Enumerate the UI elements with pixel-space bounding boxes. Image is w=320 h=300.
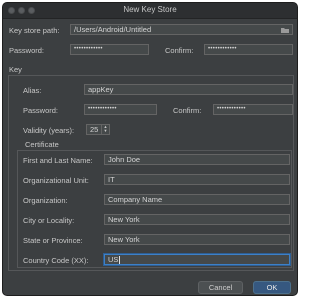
cancel-button[interactable]: Cancel (198, 281, 243, 294)
cert-label-city: City or Locality: (23, 216, 75, 225)
key-section-label: Key (9, 65, 22, 74)
key-store-path-field[interactable]: /Users/Android/Untitled (70, 24, 293, 35)
text-caret (119, 256, 121, 264)
validity-field[interactable]: 25 (86, 124, 102, 135)
cert-label-state: State or Province: (23, 236, 83, 245)
keystore-confirm-label: Confirm: (165, 46, 194, 55)
keystore-confirm-field[interactable]: •••••••••••• (204, 44, 293, 55)
key-confirm-label: Confirm: (173, 106, 202, 115)
key-password-label: Password: (23, 106, 59, 115)
cert-label-country: Country Code (XX): (23, 256, 89, 265)
certificate-group (17, 150, 292, 268)
city-field[interactable]: New York (104, 214, 290, 225)
key-store-path-label: Key store path: (9, 26, 60, 35)
country-code-field[interactable]: US (104, 254, 290, 265)
state-field[interactable]: New York (104, 234, 290, 245)
spinner-arrows-icon[interactable]: ▲ ▼ (102, 124, 110, 135)
country-code-value: US (108, 255, 119, 264)
first-last-name-field[interactable]: John Doe (104, 154, 290, 165)
certificate-section-label: Certificate (25, 140, 59, 149)
cert-label-organization: Organization: (23, 196, 68, 205)
title-bar: New Key Store (3, 3, 297, 19)
cert-label-name: First and Last Name: (23, 156, 93, 165)
alias-label: Alias: (23, 86, 42, 95)
ok-button[interactable]: OK (253, 281, 291, 294)
folder-icon[interactable] (281, 27, 289, 33)
alias-field[interactable]: appKey (84, 84, 293, 95)
keystore-password-field[interactable]: •••••••••••• (70, 44, 149, 55)
key-confirm-field[interactable]: •••••••••••• (213, 104, 293, 115)
key-store-path-value: /Users/Android/Untitled (74, 25, 152, 34)
window-title: New Key Store (123, 5, 177, 14)
key-password-field[interactable]: •••••••••••• (84, 104, 157, 115)
new-key-store-dialog: New Key Store Key store path: /Users/And… (2, 2, 298, 296)
validity-label: Validity (years): (23, 126, 75, 135)
organization-field[interactable]: Company Name (104, 194, 290, 205)
cert-label-org-unit: Organizational Unit: (23, 176, 89, 185)
organizational-unit-field[interactable]: IT (104, 174, 290, 185)
keystore-password-label: Password: (9, 46, 45, 55)
